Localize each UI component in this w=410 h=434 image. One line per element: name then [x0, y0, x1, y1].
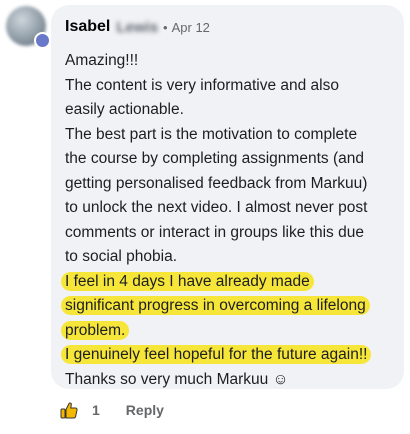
- highlighted-text: I feel in 4 days I have already made: [61, 271, 314, 291]
- highlighted-text: I genuinely feel hopeful for the future …: [61, 345, 372, 364]
- comment-bubble: Isabel Lewis • Apr 12 Amazing!!! The con…: [51, 5, 404, 389]
- comment-line: The best part is the motivation to compl…: [65, 125, 358, 143]
- avatar-badge-icon: [34, 32, 51, 49]
- comment-actions: 1 Reply: [60, 398, 164, 422]
- highlighted-text: significant progress in overcoming a lif…: [61, 296, 370, 315]
- comment-line: to social phobia.: [65, 248, 178, 265]
- author-surname-blurred: Lewis: [116, 18, 159, 36]
- comment-line: getting personalised feedback from Marku…: [65, 174, 368, 192]
- separator-dot: •: [163, 19, 168, 35]
- thumbs-up-icon[interactable]: [60, 401, 78, 419]
- like-count: 1: [92, 402, 100, 418]
- comment-line: comments or interact in groups like this…: [65, 223, 364, 241]
- comment-line: Thanks so very much Markuu ☺: [65, 370, 289, 388]
- comment-header: Isabel Lewis • Apr 12: [65, 17, 210, 37]
- comment-body: Amazing!!! The content is very informati…: [61, 49, 401, 392]
- comment-line-highlighted: I feel in 4 days I have already made: [61, 270, 401, 295]
- comment-line-highlighted: I genuinely feel hopeful for the future …: [61, 343, 401, 368]
- comment-line: the course by completing assignments (an…: [65, 150, 364, 167]
- reply-button[interactable]: Reply: [126, 402, 164, 418]
- comment-line: Amazing!!!: [65, 52, 139, 69]
- comment-line: The content is very informative and also: [65, 76, 339, 94]
- comment-date[interactable]: Apr 12: [172, 20, 210, 35]
- comment-screenshot: Isabel Lewis • Apr 12 Amazing!!! The con…: [0, 0, 410, 434]
- author-name[interactable]: Isabel: [65, 18, 110, 36]
- comment-line-highlighted: significant progress in overcoming a lif…: [61, 294, 401, 319]
- comment-line: easily actionable.: [65, 101, 184, 118]
- comment-line-highlighted: problem.: [61, 319, 401, 344]
- highlighted-text: problem.: [61, 320, 130, 340]
- comment-line: to unlock the next video. I almost never…: [65, 199, 368, 216]
